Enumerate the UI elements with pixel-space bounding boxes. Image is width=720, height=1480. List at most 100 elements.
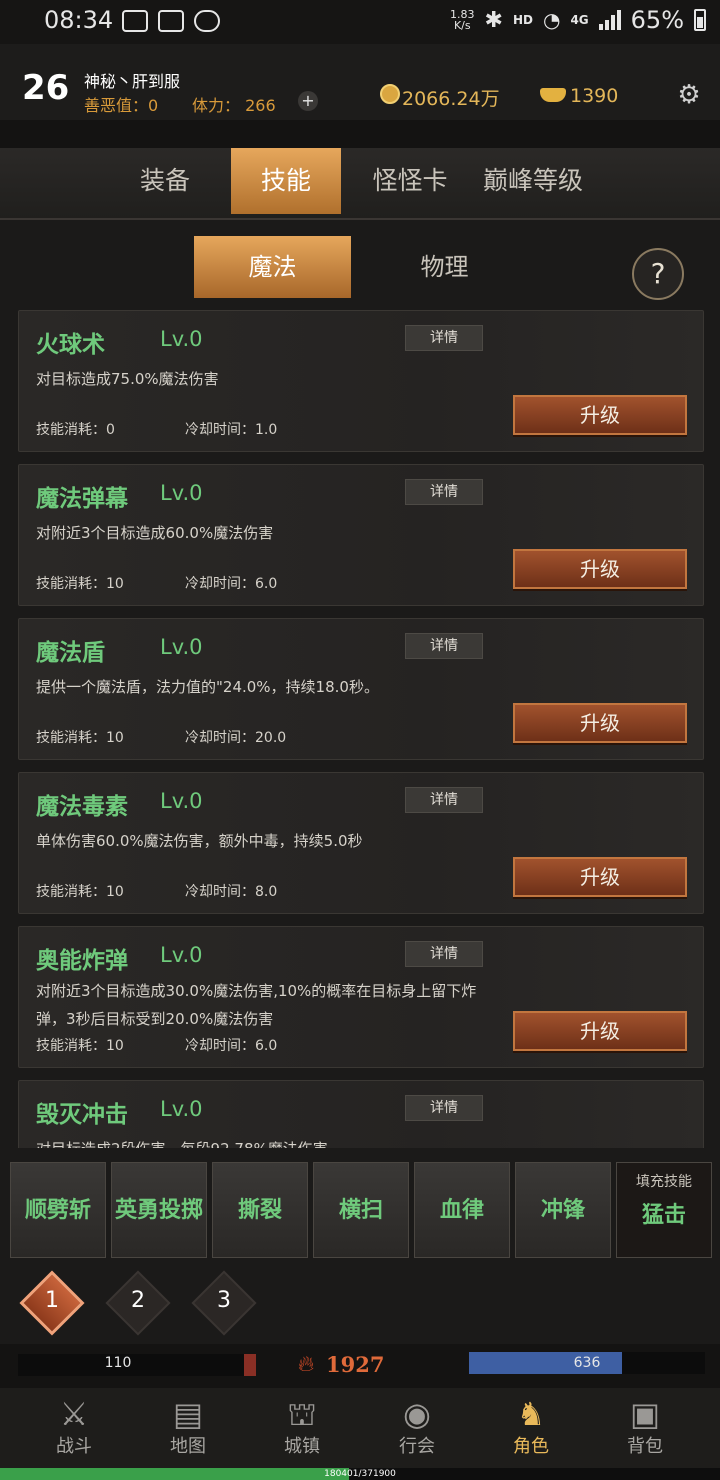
skill-bar: 顺劈斩 英勇投掷 撕裂 横扫 血律 冲锋 填充技能 猛击 [10, 1162, 714, 1260]
skill-description: 对目标造成75.0%魔法伤害 [36, 370, 219, 388]
nav-backpack[interactable]: ▣ 背包 [585, 1388, 705, 1468]
skill-level: Lv.0 [160, 481, 203, 505]
nav-label: 地图 [170, 1436, 206, 1457]
upgrade-button[interactable]: 升级 [513, 1011, 687, 1051]
skill-name: 魔法弹幕 [36, 486, 128, 512]
skill-description: 单体伤害60.0%魔法伤害，额外中毒，持续5.0秒 [36, 832, 363, 850]
system-icons: 1.83 K/s ✱ HD ◔ 4G 65% [450, 6, 706, 34]
tab-peak-level[interactable]: 巅峰等级 [470, 148, 596, 214]
upgrade-button[interactable]: 升级 [513, 549, 687, 589]
player-level: 26 [22, 68, 70, 108]
skill-cost: 技能消耗：0 [36, 422, 115, 438]
wechat-icon [194, 10, 220, 32]
tab-monster-cards[interactable]: 怪怪卡 [358, 148, 462, 214]
player-name: 神秘丶肝到服 [84, 72, 181, 91]
fire-icon: 🔥︎ [298, 1352, 315, 1377]
skill-detail-button[interactable]: 详情 [405, 325, 483, 351]
subtab-magic[interactable]: 魔法 [194, 236, 351, 298]
subtab-physical[interactable]: 物理 [366, 236, 523, 298]
tab-skills[interactable]: 技能 [231, 148, 341, 214]
nav-label: 城镇 [284, 1436, 320, 1457]
skill-level: Lv.0 [160, 635, 203, 659]
skill-slot[interactable]: 冲锋 [515, 1162, 611, 1258]
skill-cooldown: 冷却时间：8.0 [185, 884, 278, 900]
gold-amount: 2066.24万 [402, 88, 500, 110]
upgrade-button[interactable]: 升级 [513, 395, 687, 435]
mp-value: 636 [573, 1355, 601, 1371]
help-button[interactable]: ? [632, 248, 684, 300]
skill-slot[interactable]: 血律 [414, 1162, 510, 1258]
page-2-label: 2 [131, 1288, 145, 1313]
fill-skill-label: 填充技能 [636, 1174, 692, 1190]
skill-cooldown: 冷却时间：6.0 [185, 576, 278, 592]
town-icon: ⛫ [287, 1395, 317, 1433]
skill-cost: 技能消耗：10 [36, 884, 124, 900]
skill-description: 对附近3个目标造成60.0%魔法伤害 [36, 524, 274, 542]
skill-detail-button[interactable]: 详情 [405, 1095, 483, 1121]
nav-battle[interactable]: ⚔ 战斗 [14, 1388, 134, 1468]
backpack-icon: ▣ [629, 1395, 661, 1433]
net-speed: 1.83 K/s [450, 8, 475, 32]
exp-value: 180401/371900 [324, 1469, 396, 1479]
skill-name: 魔法毒素 [36, 794, 128, 820]
skill-description: 对目标造成2段伤害，每段92.78%魔法伤害 [36, 1135, 506, 1148]
skill-cost: 技能消耗：10 [36, 1038, 124, 1054]
main-tabs: 装备 技能 怪怪卡 巅峰等级 [0, 148, 720, 220]
nav-map[interactable]: ▤ 地图 [128, 1388, 248, 1468]
tab-equipment[interactable]: 装备 [110, 148, 220, 214]
ingot-icon [540, 88, 566, 102]
skill-card: 奥能炸弹 Lv.0 详情 对附近3个目标造成30.0%魔法伤害,10%的概率在目… [18, 926, 704, 1068]
map-book-icon: ▤ [172, 1395, 204, 1433]
skill-detail-button[interactable]: 详情 [405, 633, 483, 659]
nav-guild[interactable]: ◉ 行会 [357, 1388, 477, 1468]
skill-slot[interactable]: 撕裂 [212, 1162, 308, 1258]
stamina-value: 体力： 266 [192, 96, 276, 115]
nav-town[interactable]: ⛫ 城镇 [242, 1388, 362, 1468]
hp-value: 110 [104, 1355, 132, 1371]
wifi-icon: ◔ [543, 8, 561, 32]
skill-slot[interactable]: 横扫 [313, 1162, 409, 1258]
skill-name: 奥能炸弹 [36, 948, 128, 974]
clock: 08:34 [44, 6, 114, 34]
status-bar: 08:34 1.83 K/s ✱ HD ◔ 4G 65% [0, 0, 720, 44]
upgrade-button[interactable]: 升级 [513, 703, 687, 743]
skill-list[interactable]: 火球术 Lv.0 详情 对目标造成75.0%魔法伤害 技能消耗：0 冷却时间：1… [18, 310, 704, 1148]
skill-name: 魔法盾 [36, 640, 105, 666]
hp-fill [244, 1354, 256, 1376]
exp-bar: 180401/371900 [0, 1468, 720, 1480]
settings-gear-icon[interactable]: ⚙ [676, 82, 702, 108]
skill-description: 对附近3个目标造成30.0%魔法伤害,10%的概率在目标身上留下炸弹，3秒后目标… [36, 982, 477, 1028]
ingot-amount: 1390 [570, 85, 619, 107]
bluetooth-icon: ✱ [484, 7, 503, 33]
swords-icon: ⚔ [59, 1395, 89, 1433]
bottom-nav: ⚔ 战斗 ▤ 地图 ⛫ 城镇 ◉ 行会 ♞ 角色 ▣ 背包 [0, 1388, 720, 1468]
skill-slot[interactable]: 顺劈斩 [10, 1162, 106, 1258]
skill-cooldown: 冷却时间：20.0 [185, 730, 287, 746]
skill-level: Lv.0 [160, 789, 203, 813]
skill-detail-button[interactable]: 详情 [405, 479, 483, 505]
stats-row: 110 🔥︎ 1927 636 [0, 1344, 720, 1388]
skill-name: 毁灭冲击 [36, 1102, 128, 1128]
skill-card: 魔法盾 Lv.0 详情 提供一个魔法盾，法力值的"24.0%，持续18.0秒。 … [18, 618, 704, 760]
skill-level: Lv.0 [160, 327, 203, 351]
page-1-label: 1 [45, 1288, 59, 1313]
skill-detail-button[interactable]: 详情 [405, 787, 483, 813]
gallery-icon [122, 10, 148, 32]
nav-label: 行会 [399, 1436, 435, 1457]
upgrade-button[interactable]: 升级 [513, 857, 687, 897]
skill-card: 火球术 Lv.0 详情 对目标造成75.0%魔法伤害 技能消耗：0 冷却时间：1… [18, 310, 704, 452]
skill-detail-button[interactable]: 详情 [405, 941, 483, 967]
add-stamina-button[interactable]: + [298, 91, 318, 111]
nav-character[interactable]: ♞ 角色 [471, 1388, 591, 1468]
nav-label: 背包 [627, 1436, 663, 1457]
nav-label: 战斗 [56, 1436, 92, 1457]
hd-badge: HD [512, 13, 533, 27]
skill-slot[interactable]: 英勇投掷 [111, 1162, 207, 1258]
power-value: 1927 [326, 1352, 385, 1377]
header-divider [0, 120, 720, 148]
karma-value: 善恶值：0 [84, 96, 159, 115]
skill-card: 魔法弹幕 Lv.0 详情 对附近3个目标造成60.0%魔法伤害 技能消耗：10 … [18, 464, 704, 606]
battery-percent: 65% [630, 6, 684, 34]
page-3-label: 3 [217, 1288, 231, 1313]
fill-skill-slot[interactable]: 填充技能 猛击 [616, 1162, 712, 1258]
